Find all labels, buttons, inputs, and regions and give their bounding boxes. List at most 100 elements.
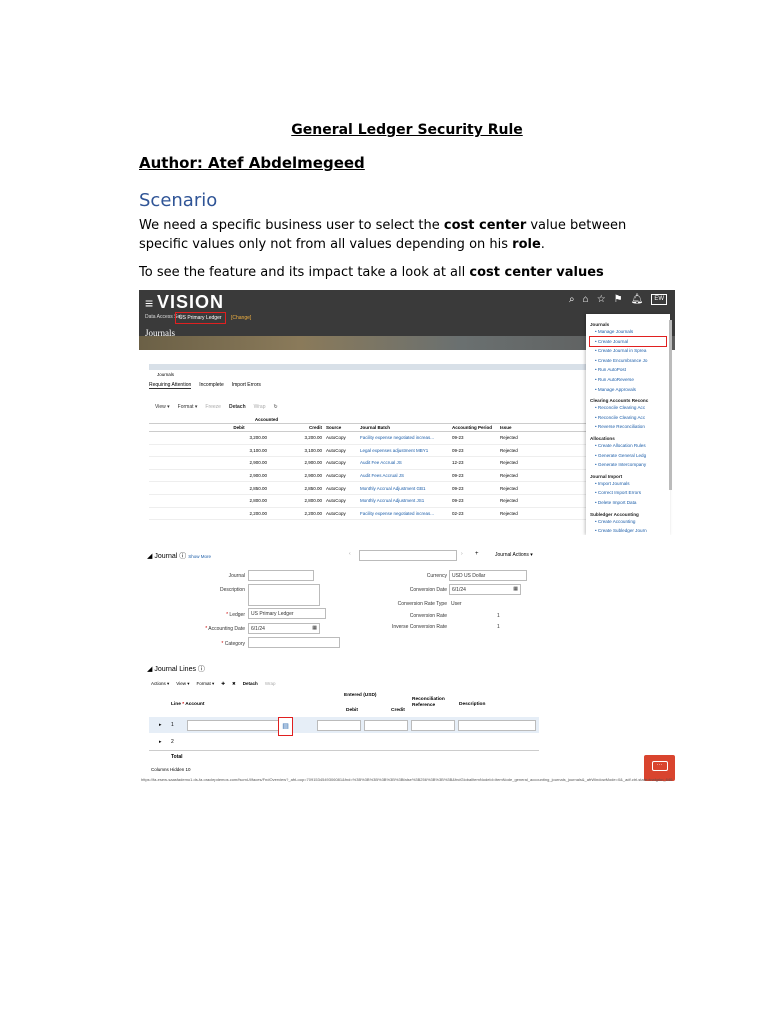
task-link[interactable]: • Import Journals: [590, 479, 666, 489]
create-journal-screenshot: ◢ Journal ⓘ Show More ‹ › + Journal Acti…: [139, 545, 675, 785]
expand-icon[interactable]: ▸: [159, 739, 162, 745]
row-spacer: [149, 494, 209, 508]
show-more-link[interactable]: Show More: [188, 554, 211, 559]
add-row-icon[interactable]: ✚: [221, 681, 225, 687]
task-link[interactable]: • Reconcile Clearing Acc: [590, 403, 666, 413]
journal-selector[interactable]: [359, 550, 457, 561]
delete-row-icon[interactable]: ✖: [232, 681, 236, 687]
recon-reference-field[interactable]: [411, 720, 455, 731]
task-link[interactable]: • Create Accounting: [590, 517, 666, 527]
freeze-button[interactable]: Freeze: [205, 404, 221, 410]
wrap-button[interactable]: Wrap: [265, 681, 276, 687]
table-row[interactable]: 3,200.00 3,200.00 AutoCopy Facility expense…: [149, 431, 589, 445]
description-field[interactable]: [248, 584, 320, 606]
task-link[interactable]: • Manage Approvals: [590, 385, 666, 395]
journals-tabs: Requiring Attention Incomplete Import Er…: [149, 382, 261, 389]
journal-batch-link[interactable]: Audit Fee Accrual JS: [358, 456, 450, 470]
conversion-date-field[interactable]: 6/1/24 ▦: [449, 584, 521, 595]
task-link[interactable]: • Create Encumbrance Jo: [590, 356, 666, 366]
task-link[interactable]: • Create Journal: [589, 335, 667, 348]
table-row[interactable]: 2,900.00 2,900.00 AutoCopy Audit Fees Accru…: [149, 469, 589, 483]
journal-batch-link[interactable]: Facility expense negotiated increas...: [358, 431, 450, 445]
task-link[interactable]: • Reverse Reconciliation: [590, 422, 666, 432]
add-icon[interactable]: +: [475, 551, 479, 557]
description-line-field[interactable]: [458, 720, 536, 731]
actions-menu[interactable]: Actions ▾: [151, 681, 169, 687]
task-link-label: Reverse Reconciliation: [597, 424, 645, 430]
tasks-scrollbar[interactable]: [669, 320, 672, 490]
detach-button[interactable]: Detach: [243, 681, 258, 687]
col-issue[interactable]: Issue: [498, 423, 589, 432]
table-row[interactable]: 2,850.00 2,850.00 AutoCopy Monthly Accrual …: [149, 481, 589, 495]
journal-actions-menu[interactable]: Journal Actions ▾: [495, 552, 533, 558]
view-menu[interactable]: View ▾: [176, 681, 189, 687]
flag-icon[interactable]: ⚑: [614, 294, 623, 305]
credit-field[interactable]: [364, 720, 408, 731]
next-arrow-icon[interactable]: ›: [461, 551, 463, 557]
view-menu[interactable]: View ▾: [155, 404, 170, 410]
scenario-heading: Scenario: [139, 190, 218, 211]
task-link[interactable]: • Create Subledger Journ: [590, 526, 666, 535]
task-link[interactable]: • Generate General Ledg: [590, 451, 666, 461]
col-journal-batch[interactable]: Journal Batch: [358, 423, 450, 432]
col-accounting-period[interactable]: Accounting Period: [450, 423, 498, 432]
favorites-icon[interactable]: ☆: [597, 294, 606, 305]
account-lookup-icon[interactable]: ▤: [278, 717, 293, 736]
task-link-label: Manage Journals: [597, 329, 634, 334]
task-link-label: Reconcile Clearing Acc: [597, 414, 646, 420]
search-icon[interactable]: ⌕: [569, 294, 575, 305]
issue-cell: Rejected: [498, 469, 589, 483]
row-spacer: [149, 469, 209, 483]
tab-import-errors[interactable]: Import Errors: [232, 382, 261, 389]
detach-button[interactable]: Detach: [229, 404, 246, 410]
col-debit[interactable]: Debit: [209, 423, 269, 432]
expand-icon[interactable]: ▸: [159, 722, 162, 728]
task-link[interactable]: • Delete Import Data: [590, 498, 666, 508]
task-link[interactable]: • Create Allocation Rules: [590, 441, 666, 451]
table-row[interactable]: 3,100.00 3,100.00 AutoCopy Legal expenses a…: [149, 444, 589, 458]
debit-field[interactable]: [317, 720, 361, 731]
tab-incomplete[interactable]: Incomplete: [199, 382, 223, 389]
currency-field[interactable]: USD US Dollar: [449, 570, 527, 581]
journal-batch-link[interactable]: Facility expense negotiated increas...: [358, 507, 450, 521]
calendar-icon[interactable]: ▦: [513, 586, 518, 592]
notifications-icon[interactable]: 🔔︎: [631, 294, 644, 305]
accounting-date-field[interactable]: 6/1/24 ▦: [248, 623, 320, 634]
table-row[interactable]: 2,200.00 2,200.00 AutoCopy Facility expense…: [149, 507, 589, 521]
col-credit[interactable]: Credit: [269, 423, 324, 432]
divider: [149, 750, 539, 751]
wrap-button[interactable]: Wrap: [254, 404, 266, 410]
task-link[interactable]: • Run AutoPost: [590, 365, 666, 375]
task-link-label: Generate Intercompany: [597, 462, 647, 468]
hamburger-icon[interactable]: ≡: [145, 295, 153, 311]
task-link[interactable]: • Manage Journals: [590, 327, 666, 337]
change-link[interactable]: [Change]: [231, 315, 251, 321]
document-title: General Ledger Security Rule: [291, 122, 523, 138]
table-row[interactable]: 2,900.00 2,900.00 AutoCopy Audit Fee Accrua…: [149, 456, 589, 470]
home-icon[interactable]: ⌂: [583, 294, 589, 305]
journal-batch-link[interactable]: Audit Fees Accrual JS: [358, 469, 450, 483]
task-link[interactable]: • Generate Intercompany: [590, 460, 666, 470]
task-link[interactable]: • Correct Import Errors: [590, 488, 666, 498]
user-avatar[interactable]: EW: [651, 294, 667, 305]
col-source[interactable]: Source: [324, 423, 358, 432]
format-menu[interactable]: Format ▾: [196, 681, 214, 687]
prev-arrow-icon[interactable]: ‹: [349, 551, 351, 557]
category-field[interactable]: [248, 637, 340, 648]
calendar-icon[interactable]: ▦: [312, 625, 317, 631]
table-toolbar: View ▾ Format ▾ Freeze Detach Wrap ↻: [155, 404, 278, 410]
journal-batch-link[interactable]: Legal expenses adjustment MBY1: [358, 444, 450, 458]
format-menu[interactable]: Format ▾: [178, 404, 198, 410]
tab-requiring-attention[interactable]: Requiring Attention: [149, 382, 192, 389]
ledger-field[interactable]: US Primary Ledger: [248, 608, 326, 619]
task-link[interactable]: • Run AutoReverse: [590, 375, 666, 385]
task-link[interactable]: • Create Journal in Sprea: [590, 346, 666, 356]
table-row[interactable]: 2,800.00 2,800.00 AutoCopy Monthly Accrual …: [149, 494, 589, 508]
task-link[interactable]: • Reconcile Clearing Acc: [590, 413, 666, 423]
journal-batch-link[interactable]: Monthly Accrual Adjustment JS1: [358, 494, 450, 508]
journal-field[interactable]: [248, 570, 314, 581]
source-cell: AutoCopy: [324, 456, 358, 470]
account-field[interactable]: [187, 720, 279, 731]
refresh-icon[interactable]: ↻: [274, 404, 278, 410]
journal-batch-link[interactable]: Monthly Accrual Adjustment GB1: [358, 481, 450, 495]
